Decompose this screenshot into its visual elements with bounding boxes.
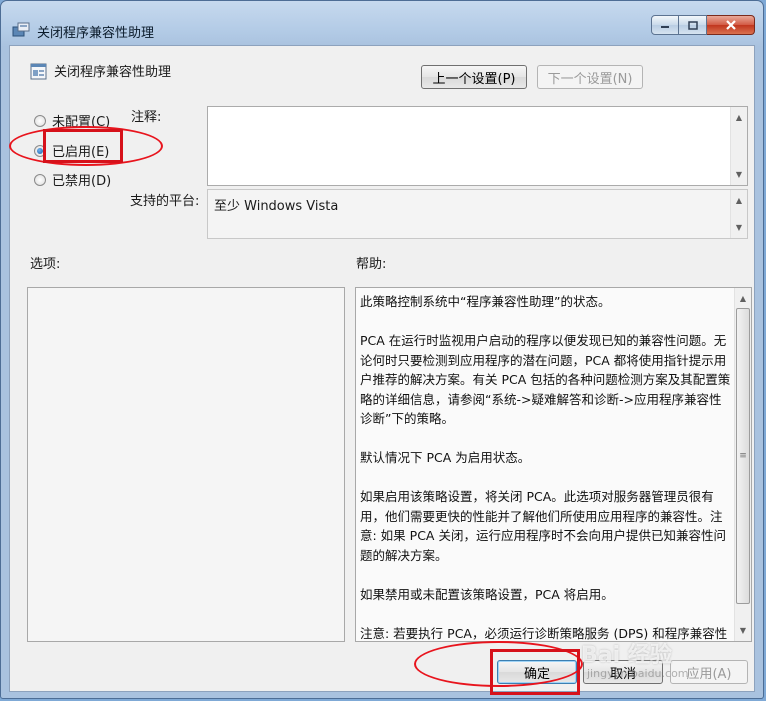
help-section-label: 帮助:: [356, 257, 387, 272]
help-scroll-thumb[interactable]: ≡: [736, 308, 750, 604]
comment-label: 注释:: [131, 110, 162, 125]
help-paragraph: 注意: 若要执行 PCA，必须运行诊断策略服务 (DPS) 和程序兼容性助手服务…: [360, 625, 728, 641]
policy-name: 关闭程序兼容性助理: [54, 65, 172, 80]
radio-disabled-label: 已禁用(D): [52, 174, 112, 189]
minimize-button[interactable]: [651, 15, 679, 35]
radio-not-configured-indicator[interactable]: [34, 114, 46, 127]
comment-textbox[interactable]: ▲ ▼: [207, 106, 748, 186]
help-paragraph: 如果启用该策略设置，将关闭 PCA。此选项对服务器管理员很有用，他们需要更快的性…: [360, 489, 726, 563]
help-paragraph: 默认情况下 PCA 为启用状态。: [360, 450, 531, 465]
help-paragraph: 如果禁用或未配置该策略设置，PCA 将启用。: [360, 586, 614, 602]
maximize-button[interactable]: [679, 15, 707, 35]
supported-platform-box: 至少 Windows Vista ▲ ▼: [207, 189, 748, 239]
help-paragraph: 此策略控制系统中“程序兼容性助理”的状态。: [360, 294, 611, 309]
watermark-url: jingyan.baidu.com: [587, 667, 689, 680]
policy-setting-icon: [30, 63, 47, 80]
highlight-box-enabled: [43, 129, 123, 163]
supported-platform-value: 至少 Windows Vista: [214, 199, 339, 214]
scroll-down-icon[interactable]: ▼: [731, 219, 747, 236]
scroll-down-icon[interactable]: ▼: [731, 166, 747, 183]
previous-setting-button[interactable]: 上一个设置(P): [421, 65, 527, 89]
close-icon: [725, 20, 736, 30]
highlight-box-ok: [490, 649, 580, 695]
scroll-up-icon[interactable]: ▲: [731, 109, 747, 126]
comment-scrollbar[interactable]: ▲ ▼: [730, 107, 747, 185]
radio-disabled-indicator[interactable]: [34, 173, 46, 186]
options-section-label: 选项:: [30, 257, 61, 272]
help-pane: 此策略控制系统中“程序兼容性助理”的状态。 PCA 在运行时监视用户启动的程序以…: [355, 287, 752, 642]
help-scrollbar[interactable]: ▲ ≡ ▼: [734, 288, 751, 641]
supported-platform-label: 支持的平台:: [130, 194, 200, 209]
scroll-up-icon[interactable]: ▲: [735, 290, 751, 307]
scroll-down-icon[interactable]: ▼: [735, 622, 751, 639]
dialog-window: 关闭程序兼容性助理 关闭程序兼容性助理 上一个设置(P) 下一个设置(N) 未配…: [0, 0, 764, 699]
window-title: 关闭程序兼容性助理: [37, 26, 155, 41]
platform-scrollbar[interactable]: ▲ ▼: [730, 190, 747, 238]
help-text: 此策略控制系统中“程序兼容性助理”的状态。 PCA 在运行时监视用户启动的程序以…: [360, 292, 732, 641]
title-bar[interactable]: 关闭程序兼容性助理: [1, 1, 763, 45]
minimize-icon: [661, 26, 669, 28]
scroll-up-icon[interactable]: ▲: [731, 192, 747, 209]
caption-buttons: [651, 15, 755, 35]
options-pane: [27, 287, 345, 642]
maximize-icon: [687, 20, 698, 30]
next-setting-button[interactable]: 下一个设置(N): [537, 65, 643, 89]
policy-app-icon: [12, 22, 30, 37]
watermark-logo: Bai 经验: [581, 643, 672, 668]
help-paragraph: PCA 在运行时监视用户启动的程序以便发现已知的兼容性问题。无论何时只要检测到应…: [360, 333, 731, 426]
close-button[interactable]: [707, 15, 755, 35]
comment-value: [208, 107, 747, 115]
radio-disabled[interactable]: 已禁用(D): [34, 170, 111, 189]
